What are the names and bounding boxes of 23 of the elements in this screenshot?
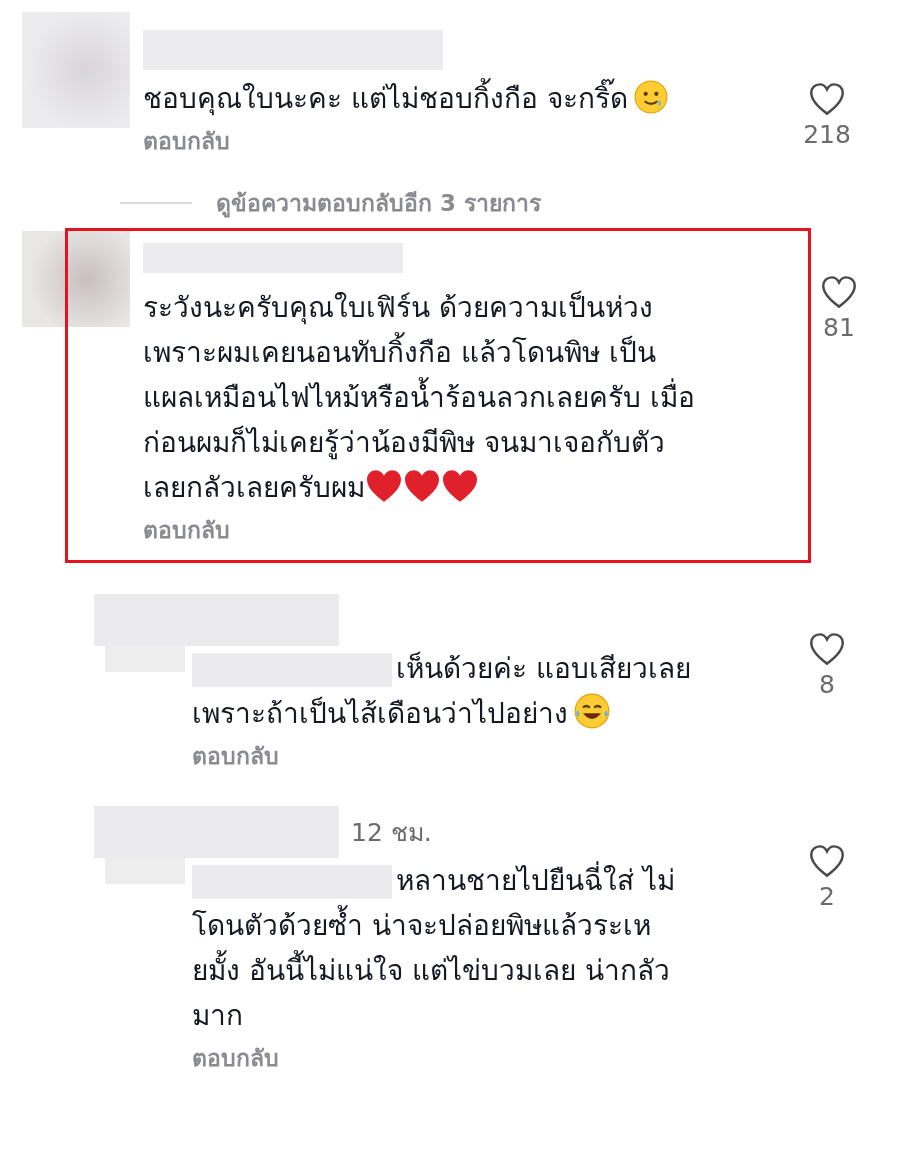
view-replies-link[interactable]: ดูข้อความตอบกลับอีก 3 รายการ: [216, 185, 542, 221]
comment-text: เห็นด้วยค่ะ แอบเสียวเลย เพราะถ้าเป็นไส้เดือนว่าไปอย่าง: [192, 650, 691, 732]
heart-outline-icon: [809, 632, 845, 666]
reply-link[interactable]: ตอบกลับ: [192, 740, 279, 772]
heart-icon: [365, 469, 403, 503]
like-count: 218: [803, 120, 851, 149]
heart-icon: [403, 469, 441, 503]
heart-outline-icon: [821, 275, 857, 309]
like-count: 2: [819, 882, 835, 911]
comment-text: ระวังนะครับคุณใบเฟิร์น ด้วยความเป็นห่วง เพราะผมเคยนอนทับกิ้งกือ แล้วโดนพิษ เป็น แผลเหมือนไฟไหม้หรือน้ำร้อนลวกเลยครับ เมื่อ ก่อนผมก็ไม่เคยรู้ว่าน้องมีพิษ จนมาเจอกับตัว เลยกลัวเลยครับผม: [143, 289, 695, 506]
heart-icon: [441, 469, 479, 503]
reply-link[interactable]: ตอบกลับ: [143, 514, 230, 546]
comment-time: 12 ชม.: [351, 817, 432, 849]
heart-outline-icon: [809, 82, 845, 116]
like-count: 8: [819, 670, 835, 699]
reply-link[interactable]: ตอบกลับ: [192, 1042, 279, 1074]
reply-link[interactable]: ตอบกลับ: [143, 125, 230, 157]
laughing-face-with-tears-icon: [574, 693, 610, 729]
heart-outline-icon: [809, 844, 845, 878]
comment-text: หลานชายไปยืนฉี่ใส่ ไม่ โดนตัวด้วยซ้ำ น่าจะปล่อยพิษแล้วระเห ยมั้ง อันนี้ไม่แน่ใจ แต่ไข่บวมเลย น่ากลัว มาก: [192, 858, 675, 1038]
comment-text: ชอบคุณใบนะคะ แต่ไม่ชอบกิ้งกือ จะกริ๊ด: [143, 76, 668, 121]
smiling-face-with-tear-icon: [633, 80, 668, 114]
like-count: 81: [823, 313, 855, 342]
